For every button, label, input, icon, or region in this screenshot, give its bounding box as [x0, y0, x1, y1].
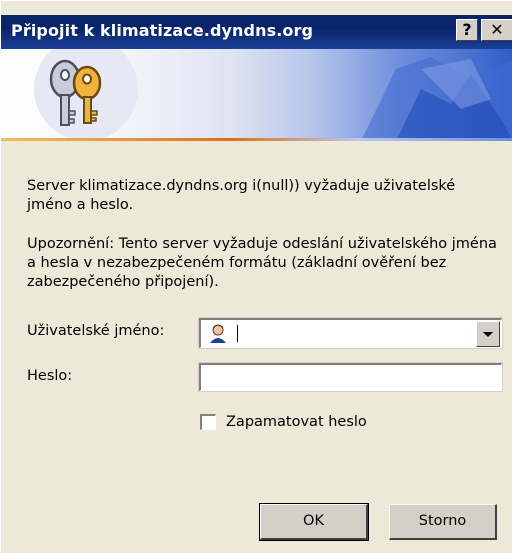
banner-divider — [1, 138, 512, 141]
user-icon — [208, 323, 228, 343]
username-label: Uživatelské jméno: — [27, 323, 165, 339]
remember-password-checkbox[interactable] — [200, 414, 216, 430]
username-dropdown-button[interactable] — [476, 321, 500, 347]
security-warning: Upozornění: Tento server vyžaduje odeslá… — [27, 236, 497, 290]
keys-icon — [49, 59, 102, 126]
username-input[interactable] — [241, 322, 475, 344]
password-label: Heslo: — [27, 368, 73, 384]
banner — [1, 49, 512, 141]
cancel-button[interactable]: Storno — [389, 504, 497, 540]
title-bar[interactable]: Připojit k klimatizace.dyndns.org ? ✕ — [1, 15, 512, 49]
username-combobox[interactable] — [198, 317, 503, 349]
text-caret — [237, 325, 238, 342]
chevron-down-icon — [483, 332, 493, 337]
password-input[interactable] — [198, 362, 503, 392]
server-message: Server klimatizace.dyndns.org i(null)) v… — [27, 178, 456, 213]
help-button[interactable]: ? — [456, 19, 478, 41]
login-dialog: Připojit k klimatizace.dyndns.org ? ✕ Se… — [0, 0, 512, 553]
ok-button[interactable]: OK — [259, 503, 369, 541]
close-button[interactable]: ✕ — [481, 19, 512, 41]
window-title: Připojit k klimatizace.dyndns.org — [11, 21, 314, 40]
remember-password-label[interactable]: Zapamatovat heslo — [226, 414, 367, 430]
